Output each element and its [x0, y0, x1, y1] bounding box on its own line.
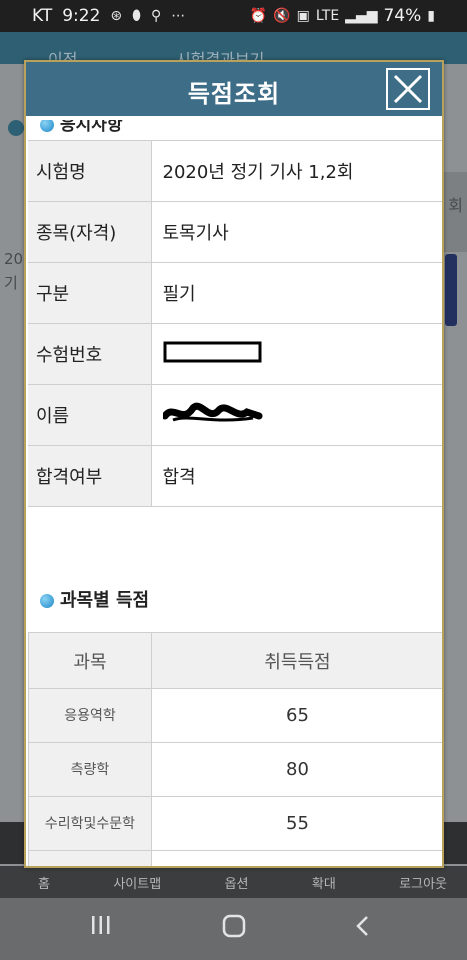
background-side-text: 회 — [448, 196, 463, 215]
label-exam-number: 수험번호 — [28, 323, 152, 385]
score-dialog: 득점조회 응시사항 시험명 2020년 정기 기사 1,2회 종목(자격) 토목… — [24, 60, 444, 868]
table-row: 철근콘크리트및강구조 60 — [28, 850, 442, 866]
dialog-title: 득점조회 — [187, 80, 281, 108]
value-category: 필기 — [151, 262, 442, 324]
scroll-cut-mask — [26, 116, 442, 120]
subject-score: 60 — [151, 850, 442, 866]
close-icon — [393, 74, 423, 104]
value-exam-number — [151, 323, 442, 385]
background-button — [445, 254, 457, 326]
web-bottom-menu: 홈 사이트맵 옵션 확대 로그아웃 — [0, 866, 467, 898]
alarm-icon: ⏰ — [249, 8, 268, 24]
subject-score: 65 — [151, 688, 442, 743]
volte-icon: ⊛ — [110, 8, 123, 24]
recent-apps-icon[interactable] — [90, 914, 112, 942]
battery-label: 74% — [383, 6, 422, 26]
header-score: 취득득점 — [151, 632, 442, 689]
table-row: 종목(자격) 토목기사 — [28, 201, 442, 263]
subject-name: 수리학및수문학 — [28, 796, 152, 851]
back-icon[interactable] — [354, 914, 372, 944]
background-text-type: 기 — [4, 274, 18, 292]
background-text-year: 20 — [4, 250, 24, 268]
header-subject: 과목 — [28, 632, 152, 689]
more-icon: ⋯ — [171, 8, 186, 24]
battery-icon: ▮ — [427, 8, 435, 24]
signal-icon: ▂▄▆ — [345, 8, 378, 24]
hd-icon: ▣ — [296, 8, 310, 24]
label-qualification: 종목(자격) — [28, 201, 152, 263]
redaction-box — [163, 341, 261, 362]
value-name — [151, 384, 442, 446]
value-pass-status: 합격 — [151, 445, 442, 507]
label-name: 이름 — [28, 384, 152, 446]
subject-score: 80 — [151, 742, 442, 797]
value-qualification: 토목기사 — [151, 201, 442, 263]
status-bar: KT 9:22 ⊛ ⬮ ⚲ ⋯ ⏰ 🔇 ▣ LTE ▂▄▆ 74% ▮ — [0, 0, 467, 32]
menu-logout[interactable]: 로그아웃 — [399, 873, 447, 892]
background-side-panel: 회 — [442, 172, 467, 252]
table-row: 시험명 2020년 정기 기사 1,2회 — [28, 140, 442, 202]
subject-name: 측량학 — [28, 742, 152, 797]
home-icon[interactable] — [222, 914, 246, 944]
table-row: 합격여부 합격 — [28, 445, 442, 507]
label-exam-name: 시험명 — [28, 140, 152, 202]
table-row: 응용역학 65 — [28, 688, 442, 743]
section-bullet-icon — [40, 118, 54, 132]
subject-score: 55 — [151, 796, 442, 851]
dialog-body[interactable]: 응시사항 시험명 2020년 정기 기사 1,2회 종목(자격) 토목기사 구분… — [26, 116, 442, 866]
value-exam-name: 2020년 정기 기사 1,2회 — [151, 140, 442, 202]
status-right: ⏰ 🔇 ▣ LTE ▂▄▆ 74% ▮ — [250, 6, 435, 26]
status-left: KT 9:22 ⊛ ⬮ ⚲ ⋯ — [32, 6, 185, 26]
table-row: 이름 — [28, 384, 442, 446]
menu-zoom[interactable]: 확대 — [312, 873, 336, 892]
figure-icon: ⚲ — [150, 8, 162, 24]
table-row: 측량학 80 — [28, 742, 442, 797]
android-nav-bar — [0, 898, 467, 960]
exam-info-table: 시험명 2020년 정기 기사 1,2회 종목(자격) 토목기사 구분 필기 수… — [28, 140, 442, 507]
label-pass-status: 합격여부 — [28, 445, 152, 507]
clock: 9:22 — [62, 6, 101, 26]
subject-name: 철근콘크리트및강구조 — [28, 850, 152, 866]
menu-sitemap[interactable]: 사이트맵 — [113, 873, 161, 892]
table-row: 구분 필기 — [28, 262, 442, 324]
mute-icon: 🔇 — [273, 8, 291, 24]
redaction-scribble — [161, 402, 262, 421]
table-header-row: 과목 취득득점 — [28, 632, 442, 689]
close-button[interactable] — [386, 68, 430, 110]
table-row: 수리학및수문학 55 — [28, 796, 442, 851]
network-label: LTE — [315, 8, 340, 24]
section-bullet-icon — [40, 594, 54, 608]
carrier-label: KT — [32, 6, 53, 26]
table-row: 수험번호 — [28, 323, 442, 385]
subject-name: 응용역학 — [28, 688, 152, 743]
dialog-header: 득점조회 — [26, 62, 442, 116]
pill-icon: ⬮ — [132, 8, 141, 24]
label-category: 구분 — [28, 262, 152, 324]
section-title-scores-text: 과목별 득점 — [60, 590, 150, 611]
menu-options[interactable]: 옵션 — [225, 873, 249, 892]
section-title-scores: 과목별 득점 — [40, 586, 149, 612]
background-bullet — [8, 120, 24, 136]
subject-score-table: 과목 취득득점 응용역학 65 측량학 80 수리학및수문학 55 철근콘크리트… — [28, 632, 442, 866]
menu-home[interactable]: 홈 — [38, 873, 50, 892]
